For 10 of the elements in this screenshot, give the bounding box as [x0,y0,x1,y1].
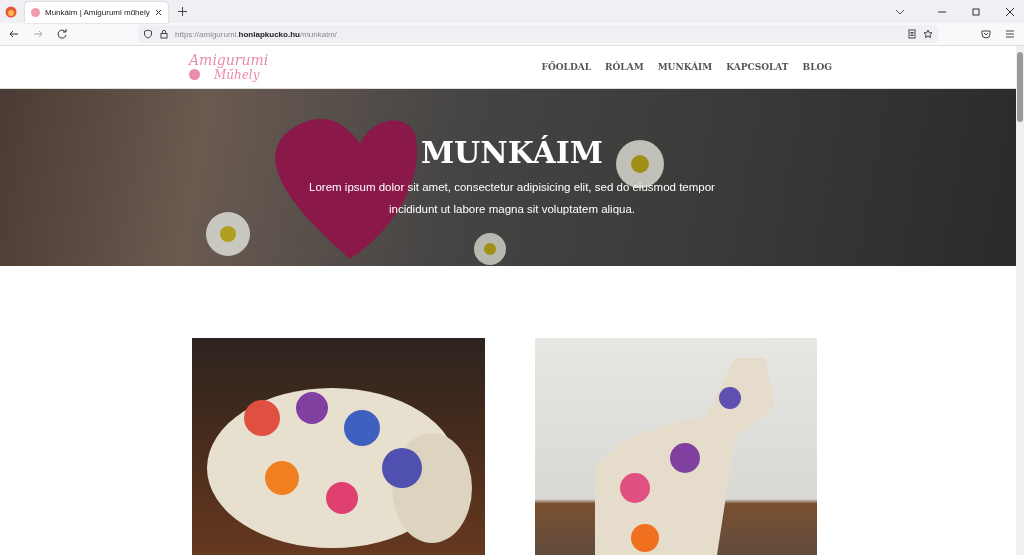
browser-tab[interactable]: Munkáim | Amigurumi műhely [25,2,168,23]
page-title: MUNKÁIM [420,135,604,170]
hero-text: Lorem ipsum dolor sit amet, consectetur adipisicing elit, sed do eiusmod tempor incididunt ut labore magna sit voluptatem aliqua. [308,180,716,217]
url-text: https://amigurumi.honlapkucko.hu/munkaim/ [175,29,337,39]
nav-link[interactable]: FŐOLDAL [541,62,592,72]
nav-link[interactable]: KAPCSOLAT [726,62,789,72]
address-bar[interactable]: https://amigurumi.honlapkucko.hu/munkaim/ [138,25,938,43]
nav-link[interactable]: MUNKÁIM [657,62,713,72]
nav-link[interactable]: RÓLAM [605,62,644,72]
nav-link[interactable]: BLOG [802,62,832,72]
